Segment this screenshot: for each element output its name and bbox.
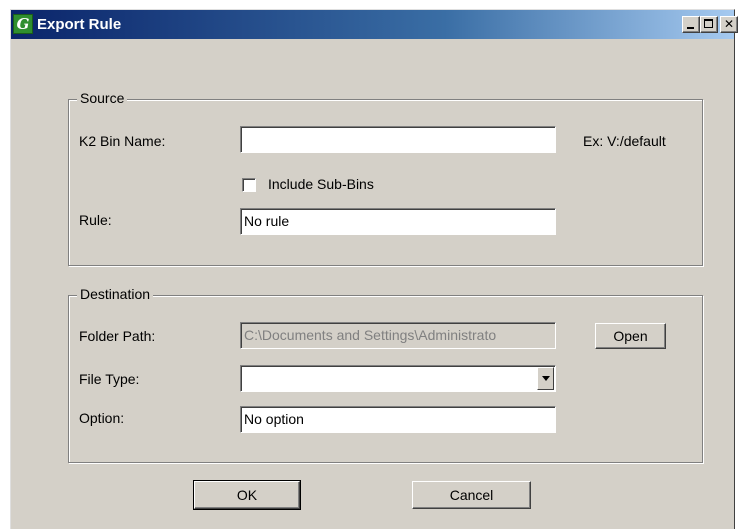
option-label: Option: <box>79 410 125 426</box>
file-type-select[interactable] <box>240 365 556 392</box>
folder-path-label: Folder Path: <box>79 328 156 344</box>
close-icon: ✕ <box>723 17 735 31</box>
open-button[interactable]: Open <box>595 323 666 349</box>
rule-label: Rule: <box>79 212 112 228</box>
minimize-button[interactable] <box>682 16 700 33</box>
maximize-button[interactable] <box>700 16 718 33</box>
include-sub-bins-checkbox[interactable] <box>242 178 256 192</box>
cancel-button[interactable]: Cancel <box>412 481 531 509</box>
include-sub-bins-label[interactable]: Include Sub-Bins <box>268 176 374 192</box>
close-button[interactable]: ✕ <box>720 16 738 33</box>
destination-group-title: Destination <box>77 286 154 302</box>
destination-group: Destination Folder Path: C:\Documents an… <box>68 286 703 463</box>
app-logo-icon: G <box>13 14 33 34</box>
maximize-icon <box>704 19 713 28</box>
option-input[interactable]: No option <box>240 406 556 433</box>
rule-input[interactable]: No rule <box>240 208 556 235</box>
k2-bin-name-input[interactable] <box>240 126 556 153</box>
ok-button[interactable]: OK <box>193 480 301 510</box>
minimize-icon <box>687 27 694 29</box>
file-type-label: File Type: <box>79 371 140 387</box>
source-group: Source K2 Bin Name: Ex: V:/default Inclu… <box>68 90 703 266</box>
title-bar[interactable]: G Export Rule ✕ <box>11 10 738 39</box>
k2-bin-name-label: K2 Bin Name: <box>79 133 166 149</box>
window-title: Export Rule <box>37 16 122 33</box>
chevron-down-icon[interactable] <box>537 367 554 390</box>
export-rule-dialog: G Export Rule ✕ Source K2 Bin Name: Ex: … <box>10 9 738 529</box>
bin-name-example: Ex: V:/default <box>583 133 666 149</box>
folder-path-input: C:\Documents and Settings\Administrato <box>240 322 556 349</box>
source-group-title: Source <box>77 90 128 106</box>
